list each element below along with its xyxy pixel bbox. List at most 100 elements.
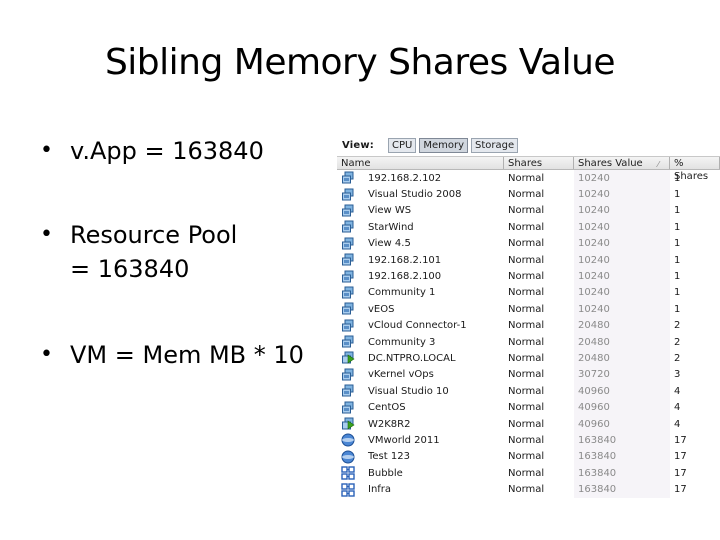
cell-name: W2K8R2 [337, 417, 504, 431]
column-header-name[interactable]: Name [337, 157, 504, 169]
cell-percent-shares: 17 [674, 467, 687, 479]
cell-shares-value: 10240 [574, 284, 670, 302]
cell-shares: Normal [508, 172, 545, 184]
table-row[interactable]: View 4.5 Normal 10240 1 [337, 235, 720, 252]
row-name: Visual Studio 10 [368, 385, 449, 397]
table-row[interactable]: Visual Studio 2008 Normal 10240 1 [337, 186, 720, 203]
cell-percent-shares: 4 [674, 402, 681, 414]
table-row[interactable]: DC.NTPRO.LOCAL Normal 20480 2 [337, 350, 720, 367]
cell-shares-value: 10240 [574, 251, 670, 269]
cell-name: Visual Studio 10 [337, 384, 504, 398]
table-body: 192.168.2.102 Normal 10240 1 Visual Studio 2… [337, 170, 720, 498]
cell-percent-shares: 1 [674, 238, 681, 250]
cell-percent-shares: 1 [674, 287, 681, 299]
cell-name: View WS [337, 204, 504, 218]
cell-name: StarWind [337, 220, 504, 234]
cell-percent-shares: 1 [674, 205, 681, 217]
table-row[interactable]: Visual Studio 10 Normal 40960 4 [337, 383, 720, 400]
resource-allocation-screenshot: View: CPU Memory Storage Name Shares Sha… [337, 134, 720, 504]
cell-shares-value: 10240 [574, 219, 670, 236]
table-row[interactable]: Community 1 Normal 10240 1 [337, 284, 720, 302]
slide-title: Sibling Memory Shares Value [104, 42, 616, 83]
cell-shares: Normal [508, 484, 545, 496]
row-name: vKernel vOps [368, 369, 434, 381]
cell-shares-value: 163840 [574, 432, 670, 449]
table-row[interactable]: Test 123 Normal 163840 17 [337, 448, 720, 466]
cell-shares: Normal [508, 238, 545, 250]
table-row[interactable]: 192.168.2.102 Normal 10240 1 [337, 170, 720, 187]
cell-name: VMworld 2011 [337, 433, 504, 447]
cell-name: vEOS [337, 302, 504, 316]
bullet-text: Resource Pool [70, 221, 238, 249]
cell-shares: Normal [508, 320, 545, 332]
table-row[interactable]: 192.168.2.101 Normal 10240 1 [337, 251, 720, 269]
row-name: View WS [368, 205, 412, 217]
table-row[interactable]: vEOS Normal 10240 1 [337, 301, 720, 318]
cell-percent-shares: 1 [674, 303, 681, 315]
row-name: 192.168.2.101 [368, 254, 442, 266]
view-cpu-button[interactable]: CPU [388, 137, 417, 153]
row-name: StarWind [368, 221, 414, 233]
vm-icon [341, 220, 355, 234]
cell-percent-shares: 1 [674, 189, 681, 201]
cell-name: DC.NTPRO.LOCAL [337, 351, 504, 365]
cell-percent-shares: 2 [674, 320, 681, 332]
view-memory-button[interactable]: Memory [419, 137, 469, 153]
column-header-shares[interactable]: Shares [504, 157, 574, 169]
vm-icon [341, 253, 355, 267]
vm-icon [341, 237, 355, 251]
resource-pool-icon [341, 466, 355, 480]
vapp-icon [341, 450, 355, 464]
cell-name: 192.168.2.101 [337, 253, 504, 267]
table-row[interactable]: Bubble Normal 163840 17 [337, 465, 720, 482]
column-header-percent-shares[interactable]: % Shares [670, 157, 720, 182]
cell-percent-shares: 17 [674, 451, 687, 463]
cell-percent-shares: 3 [674, 369, 681, 381]
table-row[interactable]: StarWind Normal 10240 1 [337, 219, 720, 236]
bullet-text: VM = Mem MB * 10 [70, 341, 304, 369]
row-name: W2K8R2 [368, 418, 411, 430]
cell-shares: Normal [508, 254, 545, 266]
row-name: 192.168.2.102 [368, 172, 442, 184]
cell-shares-value: 10240 [574, 202, 670, 220]
cell-shares: Normal [508, 369, 545, 381]
cell-shares: Normal [508, 402, 545, 414]
vm-icon [341, 335, 355, 349]
vm-icon [341, 319, 355, 333]
cell-shares-value: 40960 [574, 383, 670, 400]
cell-name: 192.168.2.100 [337, 270, 504, 284]
cell-shares-value: 40960 [574, 399, 670, 416]
table-row[interactable]: Community 3 Normal 20480 2 [337, 333, 720, 351]
cell-shares: Normal [508, 287, 545, 299]
cell-shares-value: 10240 [574, 268, 670, 285]
table-row[interactable]: VMworld 2011 Normal 163840 17 [337, 432, 720, 449]
cell-percent-shares: 2 [674, 352, 681, 364]
vm-icon [341, 204, 355, 218]
sort-ascending-icon: ⁄ [657, 160, 659, 169]
table-row[interactable]: View WS Normal 10240 1 [337, 202, 720, 220]
table-row[interactable]: Infra Normal 163840 17 [337, 481, 720, 498]
column-header-shares-value[interactable]: Shares Value ⁄ [574, 157, 670, 169]
cell-shares: Normal [508, 418, 545, 430]
bullet-resource-pool: • Resource Pool = 163840 [40, 218, 237, 286]
row-name: Bubble [368, 467, 403, 479]
table-row[interactable]: vCloud Connector-1 Normal 20480 2 [337, 317, 720, 334]
vm-running-icon [341, 351, 355, 365]
cell-shares-value: 30720 [574, 366, 670, 384]
column-header-label: Shares Value [578, 158, 643, 169]
cell-shares-value: 10240 [574, 186, 670, 203]
table-row[interactable]: CentOS Normal 40960 4 [337, 399, 720, 416]
cell-shares-value: 20480 [574, 317, 670, 334]
table-row[interactable]: 192.168.2.100 Normal 10240 1 [337, 268, 720, 285]
view-label: View: [342, 139, 375, 151]
cell-shares: Normal [508, 352, 545, 364]
cell-shares: Normal [508, 271, 545, 283]
bullet-vm: • VM = Mem MB * 10 [40, 338, 304, 372]
resource-pool-icon [341, 482, 355, 497]
view-storage-button[interactable]: Storage [471, 137, 519, 153]
table-row[interactable]: vKernel vOps Normal 30720 3 [337, 366, 720, 384]
cell-shares: Normal [508, 336, 545, 348]
cell-percent-shares: 4 [674, 385, 681, 397]
table-row[interactable]: W2K8R2 Normal 40960 4 [337, 415, 720, 433]
cell-shares-value: 40960 [574, 415, 670, 433]
